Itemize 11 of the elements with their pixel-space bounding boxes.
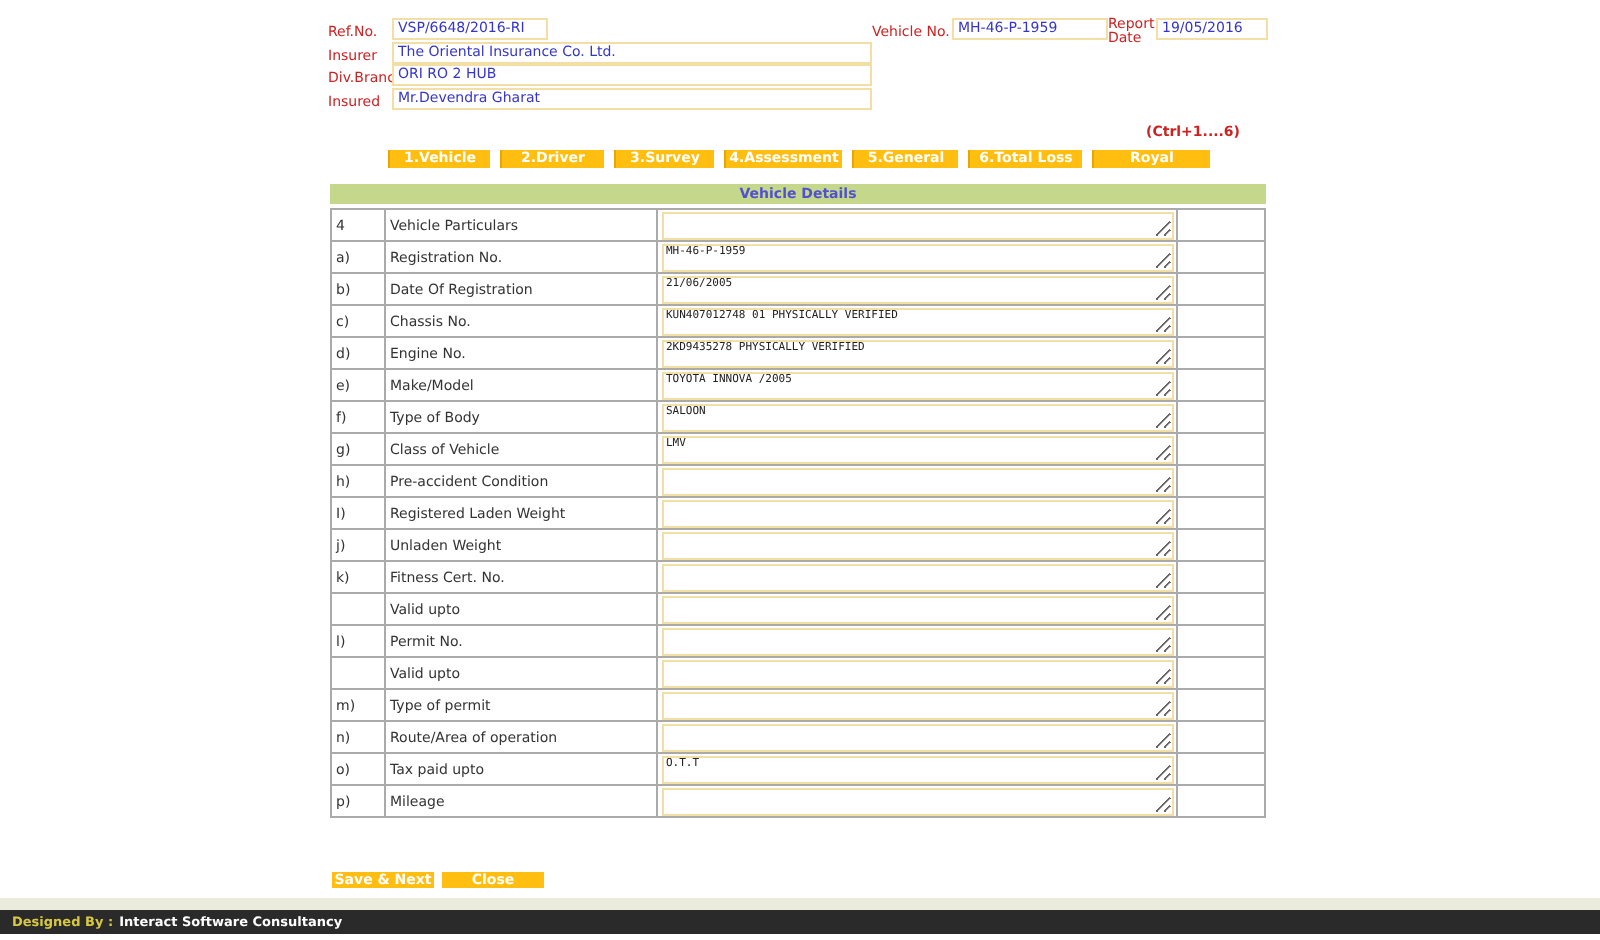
text-area[interactable]	[662, 596, 1174, 624]
text-area[interactable]	[662, 692, 1174, 720]
text-area[interactable]	[662, 468, 1174, 496]
text-area[interactable]	[662, 212, 1174, 240]
text-area[interactable]	[662, 532, 1174, 560]
text-area[interactable]	[662, 564, 1174, 592]
text-area[interactable]	[662, 660, 1174, 688]
text-area[interactable]	[662, 724, 1174, 752]
text-area[interactable]	[662, 788, 1174, 816]
text-area[interactable]	[662, 500, 1174, 528]
text-area[interactable]	[662, 628, 1174, 656]
